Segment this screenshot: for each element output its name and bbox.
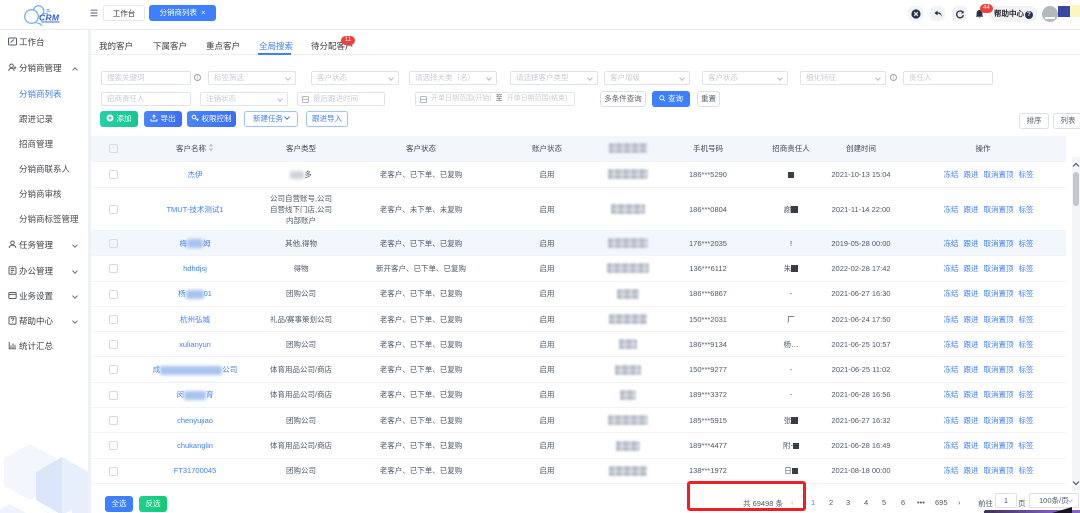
svg-text:CRM: CRM [39, 13, 60, 23]
